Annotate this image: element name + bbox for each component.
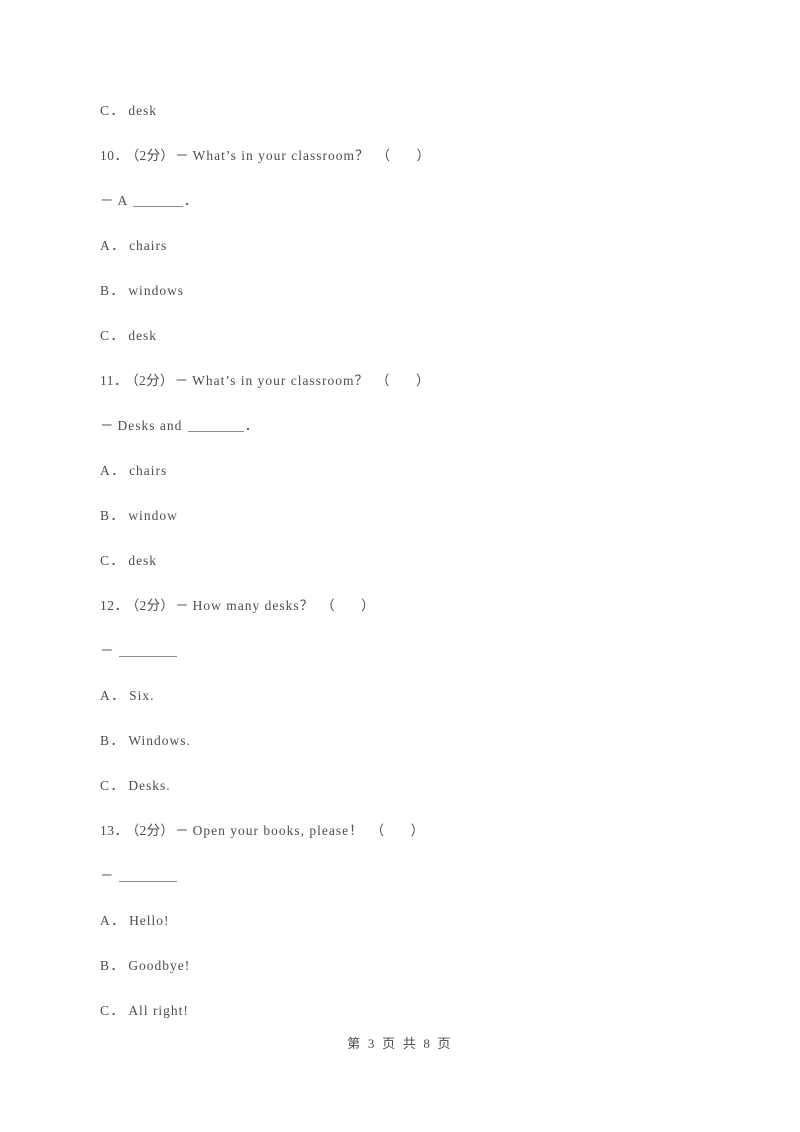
dialogue-dash: － xyxy=(100,643,115,658)
option-label: B． xyxy=(100,508,126,523)
dialogue-dash: － xyxy=(100,868,115,883)
question-line: 11． （2分）－ What’s in your classroom？（） xyxy=(100,370,720,415)
question-stem: What’s in your classroom？ xyxy=(192,148,370,163)
dialogue-text-after: ． xyxy=(183,193,199,208)
dialogue-dash: － xyxy=(100,193,115,208)
option-text: desk xyxy=(128,103,158,118)
question-number: 10． xyxy=(100,148,129,163)
option-text: chairs xyxy=(129,463,168,478)
option-text: Goodbye! xyxy=(128,958,191,973)
answer-option: C． desk xyxy=(100,100,720,145)
dialogue-text-before: A xyxy=(117,193,128,208)
answer-option: B． Goodbye! xyxy=(100,955,720,1000)
question-number: 11． xyxy=(100,373,128,388)
answer-bracket-open: （ xyxy=(376,148,391,163)
answer-option: B． windows xyxy=(100,280,720,325)
dialogue-dash: － xyxy=(175,823,190,838)
fill-in-blank[interactable] xyxy=(118,644,177,657)
answer-option: C． desk xyxy=(100,325,720,370)
dialogue-dash: － xyxy=(100,418,115,433)
page-footer: 第 3 页 共 8 页 xyxy=(0,1033,800,1052)
answer-bracket-close: ） xyxy=(415,373,430,388)
question-marks: （2分） xyxy=(132,823,175,838)
answer-option: A． chairs xyxy=(100,235,720,280)
dialogue-text-before: Desks and xyxy=(117,418,183,433)
option-label: A． xyxy=(100,238,127,253)
question-stem: How many desks？ xyxy=(192,598,315,613)
dialogue-text-after: ． xyxy=(244,418,260,433)
answer-bracket-close: ） xyxy=(416,148,431,163)
option-label: C． xyxy=(100,778,126,793)
answer-bracket[interactable]: （） xyxy=(369,373,430,388)
answer-bracket-open: （ xyxy=(370,823,385,838)
exam-content: C． desk 10． （2分）－ What’s in your classroom？（… xyxy=(100,100,720,1045)
page-number-label: 第 3 页 共 8 页 xyxy=(347,1036,453,1051)
question-line: 12． （2分）－ How many desks？（） xyxy=(100,595,720,640)
answer-option: A． Six. xyxy=(100,685,720,730)
dialogue-dash: － xyxy=(175,598,190,613)
dialogue-dash: － xyxy=(175,148,190,163)
question-marks: （2分） xyxy=(132,598,175,613)
answer-option: A． Hello! xyxy=(100,910,720,955)
fill-in-blank[interactable] xyxy=(118,869,177,882)
question-line: 13． （2分）－ Open your books, please！（） xyxy=(100,820,720,865)
option-text: desk xyxy=(128,553,158,568)
answer-bracket-open: （ xyxy=(375,373,390,388)
dialogue-response-line: － xyxy=(100,865,720,910)
answer-bracket[interactable]: （） xyxy=(369,148,430,163)
option-label: A． xyxy=(100,463,127,478)
fill-in-blank[interactable] xyxy=(132,194,183,207)
option-text: window xyxy=(128,508,178,523)
dialogue-response-line: － xyxy=(100,640,720,685)
option-text: Desks. xyxy=(128,778,171,793)
question-line: 10． （2分）－ What’s in your classroom？（） xyxy=(100,145,720,190)
fill-in-blank[interactable] xyxy=(187,419,244,432)
answer-bracket[interactable]: （） xyxy=(314,598,375,613)
dialogue-response-line: － A ． xyxy=(100,190,720,235)
option-label: C． xyxy=(100,103,126,118)
answer-option: C． Desks. xyxy=(100,775,720,820)
question-marks: （2分） xyxy=(132,148,175,163)
option-text: chairs xyxy=(129,238,168,253)
dialogue-response-line: － Desks and ． xyxy=(100,415,720,460)
answer-option: B． window xyxy=(100,505,720,550)
option-text: Windows. xyxy=(128,733,191,748)
option-label: C． xyxy=(100,1003,126,1018)
question-stem: What’s in your classroom？ xyxy=(192,373,369,388)
answer-bracket-close: ） xyxy=(361,598,376,613)
option-text: Six. xyxy=(129,688,155,703)
option-label: A． xyxy=(100,913,127,928)
answer-option: A． chairs xyxy=(100,460,720,505)
option-label: C． xyxy=(100,328,126,343)
dialogue-dash: － xyxy=(174,373,190,388)
option-label: B． xyxy=(100,283,126,298)
answer-option: C． desk xyxy=(100,550,720,595)
option-label: B． xyxy=(100,958,126,973)
question-marks: （2分） xyxy=(132,373,174,388)
option-label: B． xyxy=(100,733,126,748)
answer-bracket-close: ） xyxy=(410,823,425,838)
option-label: C． xyxy=(100,553,126,568)
option-text: windows xyxy=(128,283,185,298)
question-number: 13． xyxy=(100,823,129,838)
option-text: All right! xyxy=(128,1003,189,1018)
document-page: C． desk 10． （2分）－ What’s in your classroom？（… xyxy=(0,0,800,1132)
option-text: desk xyxy=(128,328,158,343)
answer-bracket-open: （ xyxy=(321,598,336,613)
option-label: A． xyxy=(100,688,127,703)
answer-option: B． Windows. xyxy=(100,730,720,775)
option-text: Hello! xyxy=(129,913,170,928)
answer-bracket[interactable]: （） xyxy=(364,823,425,838)
question-stem: Open your books, please！ xyxy=(192,823,364,838)
question-number: 12． xyxy=(100,598,129,613)
